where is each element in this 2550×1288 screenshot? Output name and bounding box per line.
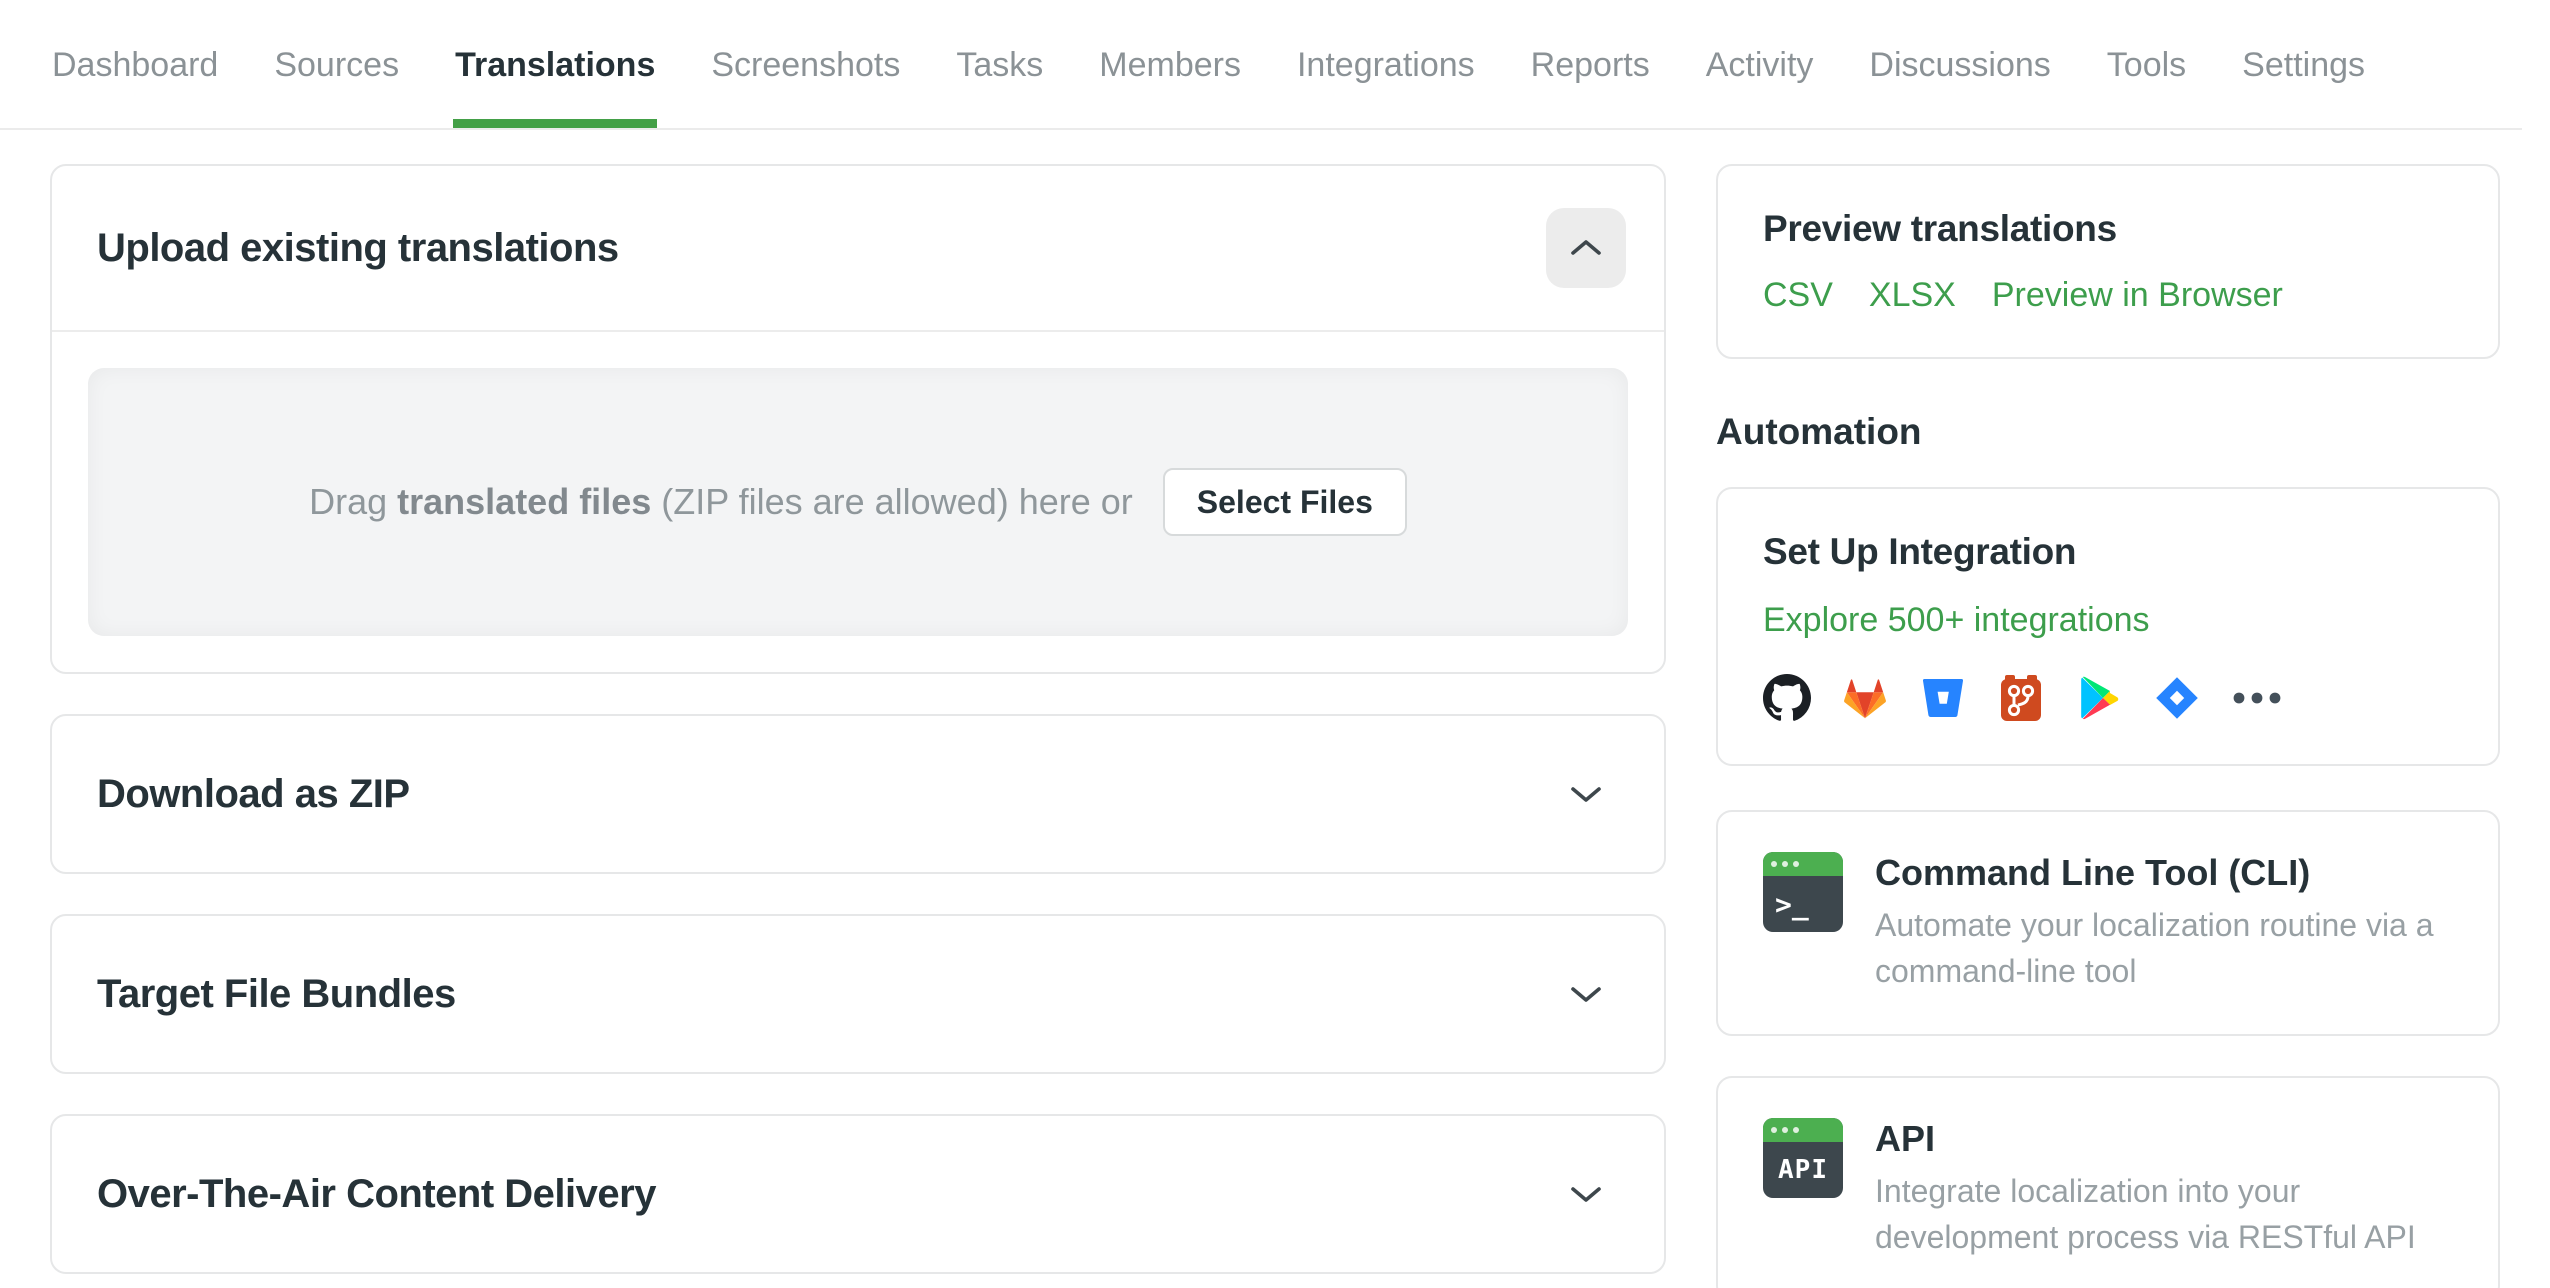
over-the-air-content-delivery-card[interactable]: Over-The-Air Content Delivery <box>50 1114 1666 1274</box>
tab-screenshots[interactable]: Screenshots <box>709 48 902 128</box>
target-file-bundles-card[interactable]: Target File Bundles <box>50 914 1666 1074</box>
set-up-integration-card: Set Up Integration Explore 500+ integrat… <box>1716 487 2500 766</box>
file-dropzone[interactable]: Drag translated files (ZIP files are all… <box>88 368 1628 636</box>
upload-card-title: Upload existing translations <box>97 225 619 270</box>
explore-integrations-link[interactable]: Explore 500+ integrations <box>1763 601 2150 640</box>
tab-activity[interactable]: Activity <box>1704 48 1816 128</box>
cli-description: Automate your localization routine via a… <box>1875 907 2434 989</box>
dropzone-hint-bold: translated files <box>397 481 652 522</box>
select-files-button[interactable]: Select Files <box>1162 468 1407 536</box>
api-description: Integrate localization into your develop… <box>1875 1173 2416 1255</box>
set-up-integration-title: Set Up Integration <box>1763 531 2077 572</box>
csv-link[interactable]: CSV <box>1763 276 1833 315</box>
chevron-down-icon <box>1571 787 1601 802</box>
over-the-air-title: Over-The-Air Content Delivery <box>97 1171 656 1216</box>
sidebar: Preview translations CSV XLSX Preview in… <box>1716 130 2500 1288</box>
tab-translations[interactable]: Translations <box>453 48 658 128</box>
preview-translations-title: Preview translations <box>1763 208 2117 249</box>
upload-existing-translations-card: Upload existing translations Drag transl… <box>50 164 1666 674</box>
dropzone-hint-text: Drag translated files (ZIP files are all… <box>309 481 1133 522</box>
cli-title: Command Line Tool (CLI) <box>1875 852 2311 893</box>
more-integrations-icon[interactable] <box>2231 674 2283 722</box>
tab-sources[interactable]: Sources <box>272 48 401 128</box>
tab-tasks[interactable]: Tasks <box>954 48 1045 128</box>
chevron-up-icon <box>1571 240 1601 255</box>
tab-tools[interactable]: Tools <box>2105 48 2188 128</box>
integration-icons-row <box>1763 674 2453 722</box>
download-as-zip-card[interactable]: Download as ZIP <box>50 714 1666 874</box>
tab-integrations[interactable]: Integrations <box>1295 48 1477 128</box>
api-terminal-icon: API <box>1763 1118 1843 1198</box>
tab-settings[interactable]: Settings <box>2240 48 2367 128</box>
chevron-down-icon <box>1571 987 1601 1002</box>
cli-card[interactable]: >_ Command Line Tool (CLI) Automate your… <box>1716 810 2500 1036</box>
tab-reports[interactable]: Reports <box>1529 48 1652 128</box>
main-column: Upload existing translations Drag transl… <box>50 130 1666 1274</box>
github-icon[interactable] <box>1763 674 1811 722</box>
automation-heading: Automation <box>1716 411 1922 452</box>
preview-in-browser-link[interactable]: Preview in Browser <box>1992 276 2283 315</box>
gitlab-icon[interactable] <box>1841 674 1889 722</box>
chevron-down-icon <box>1571 1187 1601 1202</box>
tab-dashboard[interactable]: Dashboard <box>50 48 220 128</box>
preview-translations-card: Preview translations CSV XLSX Preview in… <box>1716 164 2500 359</box>
tab-discussions[interactable]: Discussions <box>1867 48 2052 128</box>
tab-members[interactable]: Members <box>1097 48 1243 128</box>
upload-card-body: Drag translated files (ZIP files are all… <box>52 332 1664 672</box>
api-card[interactable]: API API Integrate localization into your… <box>1716 1076 2500 1288</box>
target-file-bundles-title: Target File Bundles <box>97 971 456 1016</box>
bitbucket-icon[interactable] <box>1919 674 1967 722</box>
download-as-zip-title: Download as ZIP <box>97 771 410 816</box>
cli-terminal-icon: >_ <box>1763 852 1843 932</box>
xlsx-link[interactable]: XLSX <box>1869 276 1956 315</box>
project-tab-bar: Dashboard Sources Translations Screensho… <box>0 0 2522 130</box>
jira-icon[interactable] <box>2153 674 2201 722</box>
collapse-button[interactable] <box>1546 208 1626 288</box>
git-icon[interactable] <box>1997 674 2045 722</box>
google-play-icon[interactable] <box>2075 674 2123 722</box>
upload-card-header: Upload existing translations <box>52 166 1664 330</box>
api-title: API <box>1875 1118 1936 1159</box>
